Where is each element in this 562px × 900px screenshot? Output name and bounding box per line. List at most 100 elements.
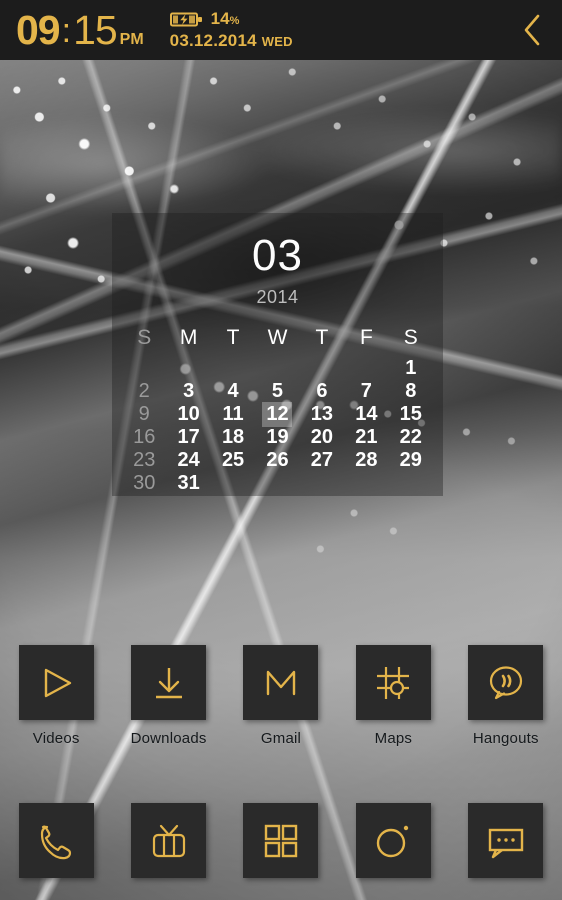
calendar-week-row: 1 xyxy=(122,356,433,379)
app-videos[interactable]: Videos xyxy=(0,645,112,747)
calendar-day-8[interactable]: 8 xyxy=(389,379,433,402)
app-videos-label: Videos xyxy=(32,730,80,747)
calendar-day-value xyxy=(129,371,159,373)
app-maps-tile[interactable] xyxy=(355,645,431,720)
calendar-day-3[interactable]: 3 xyxy=(166,379,210,402)
dock-messages-tile[interactable] xyxy=(468,803,544,878)
clock-minute: 15 xyxy=(73,6,118,53)
calendar-day-25[interactable]: 25 xyxy=(211,448,255,471)
calendar-day-value: 1 xyxy=(405,357,417,379)
calendar-day-empty xyxy=(211,356,255,379)
calendar-day-value: 24 xyxy=(177,449,200,471)
calendar-day-value: 20 xyxy=(310,426,334,448)
calendar-day-29[interactable]: 29 xyxy=(389,448,433,471)
app-gmail-tile[interactable] xyxy=(243,645,319,720)
calendar-week-row: 16 17 18 19 20 21 22 xyxy=(122,425,433,448)
calendar-day-1[interactable]: 1 xyxy=(389,356,433,379)
dock-phone-tile[interactable] xyxy=(18,803,94,878)
calendar-day-23[interactable]: 23 xyxy=(122,448,166,471)
app-gmail[interactable]: Gmail xyxy=(225,645,337,747)
clock-widget[interactable]: 09 : 15 PM xyxy=(16,6,144,53)
app-hangouts[interactable]: Hangouts xyxy=(450,645,562,747)
calendar-day-value: 28 xyxy=(355,449,378,471)
chevron-left-icon[interactable] xyxy=(522,12,544,48)
dock-tv-tile[interactable] xyxy=(131,803,207,878)
calendar-day-value: 16 xyxy=(133,426,156,448)
calendar-day-12[interactable]: 12 xyxy=(255,402,299,427)
calendar-day-21[interactable]: 21 xyxy=(344,425,388,448)
calendar-day-20[interactable]: 20 xyxy=(300,425,344,448)
calendar-day-31[interactable]: 31 xyxy=(166,471,210,494)
dock-app-drawer[interactable] xyxy=(225,803,337,878)
calendar-weekday-5: F xyxy=(359,326,373,349)
calendar-day-14[interactable]: 14 xyxy=(344,402,388,425)
calendar-day-value xyxy=(307,486,337,488)
calendar-day-value: 29 xyxy=(399,449,422,471)
calendar-day-28[interactable]: 28 xyxy=(344,448,388,471)
calendar-day-empty xyxy=(344,356,388,379)
dock-app-drawer-tile[interactable] xyxy=(243,803,319,878)
calendar-day-18[interactable]: 18 xyxy=(211,425,255,448)
calendar-day-16[interactable]: 16 xyxy=(122,425,166,448)
camera-lens-icon xyxy=(370,818,416,864)
clock-hour: 09 xyxy=(16,6,61,53)
calendar-weekday-1: M xyxy=(179,326,198,349)
calendar-day-4[interactable]: 4 xyxy=(211,379,255,402)
calendar-day-value: 14 xyxy=(355,403,378,425)
calendar-day-11[interactable]: 11 xyxy=(211,402,255,425)
calendar-day-value: 26 xyxy=(266,449,289,471)
app-downloads[interactable]: Downloads xyxy=(112,645,224,747)
calendar-week-row: 23 24 25 26 27 28 29 xyxy=(122,448,433,471)
four-squares-icon xyxy=(258,818,304,864)
calendar-day-24[interactable]: 24 xyxy=(166,448,210,471)
app-hangouts-label: Hangouts xyxy=(472,730,539,747)
speech-bubble-quote-icon xyxy=(483,660,529,706)
calendar-weekday-0: S xyxy=(137,326,152,349)
app-downloads-tile[interactable] xyxy=(131,645,207,720)
calendar-day-26[interactable]: 26 xyxy=(255,448,299,471)
app-maps-label: Maps xyxy=(374,730,413,747)
calendar-day-empty xyxy=(300,471,344,494)
app-videos-tile[interactable] xyxy=(18,645,94,720)
calendar-day-10[interactable]: 10 xyxy=(166,402,210,425)
calendar-week-row: 30 31 xyxy=(122,471,433,494)
calendar-day-value xyxy=(218,486,248,488)
calendar-widget[interactable]: 03 2014 SMTWTFS 1 2 3 4 5 6 7 8 9 10 11 12 13 14 15 16 1… xyxy=(112,213,443,496)
battery-percent-unit: % xyxy=(229,15,240,27)
dock-camera-tile[interactable] xyxy=(355,803,431,878)
calendar-day-value: 23 xyxy=(133,449,156,471)
calendar-day-17[interactable]: 17 xyxy=(166,425,210,448)
calendar-day-30[interactable]: 30 xyxy=(122,471,166,494)
calendar-day-19[interactable]: 19 xyxy=(255,425,299,448)
calendar-day-6[interactable]: 6 xyxy=(300,379,344,402)
calendar-day-13[interactable]: 13 xyxy=(300,402,344,425)
calendar-day-5[interactable]: 5 xyxy=(255,379,299,402)
calendar-day-empty xyxy=(211,471,255,494)
calendar-day-27[interactable]: 27 xyxy=(300,448,344,471)
calendar-day-empty xyxy=(255,356,299,379)
message-dots-icon xyxy=(483,818,529,864)
calendar-day-15[interactable]: 15 xyxy=(389,402,433,425)
app-maps[interactable]: Maps xyxy=(337,645,449,747)
calendar-weekday-3: W xyxy=(267,326,288,349)
battery-status: 14% xyxy=(169,9,293,29)
calendar-day-value: 27 xyxy=(310,449,334,471)
app-hangouts-tile[interactable] xyxy=(468,645,544,720)
calendar-day-22[interactable]: 22 xyxy=(389,425,433,448)
calendar-day-value: 17 xyxy=(177,426,200,448)
dock-camera[interactable] xyxy=(337,803,449,878)
dock-tv[interactable] xyxy=(112,803,224,878)
calendar-week-row: 2 3 4 5 6 7 8 xyxy=(122,379,433,402)
calendar-day-empty xyxy=(122,356,166,379)
calendar-day-7[interactable]: 7 xyxy=(344,379,388,402)
calendar-day-2[interactable]: 2 xyxy=(122,379,166,402)
calendar-day-value: 15 xyxy=(399,403,422,425)
dock-phone[interactable] xyxy=(0,803,112,878)
calendar-day-value: 3 xyxy=(183,380,195,402)
calendar-day-value: 22 xyxy=(399,426,422,448)
calendar-day-9[interactable]: 9 xyxy=(122,402,166,425)
envelope-m-icon xyxy=(258,660,304,706)
calendar-day-value: 13 xyxy=(310,403,334,425)
dock-messages[interactable] xyxy=(450,803,562,878)
calendar-day-value: 31 xyxy=(177,472,200,494)
